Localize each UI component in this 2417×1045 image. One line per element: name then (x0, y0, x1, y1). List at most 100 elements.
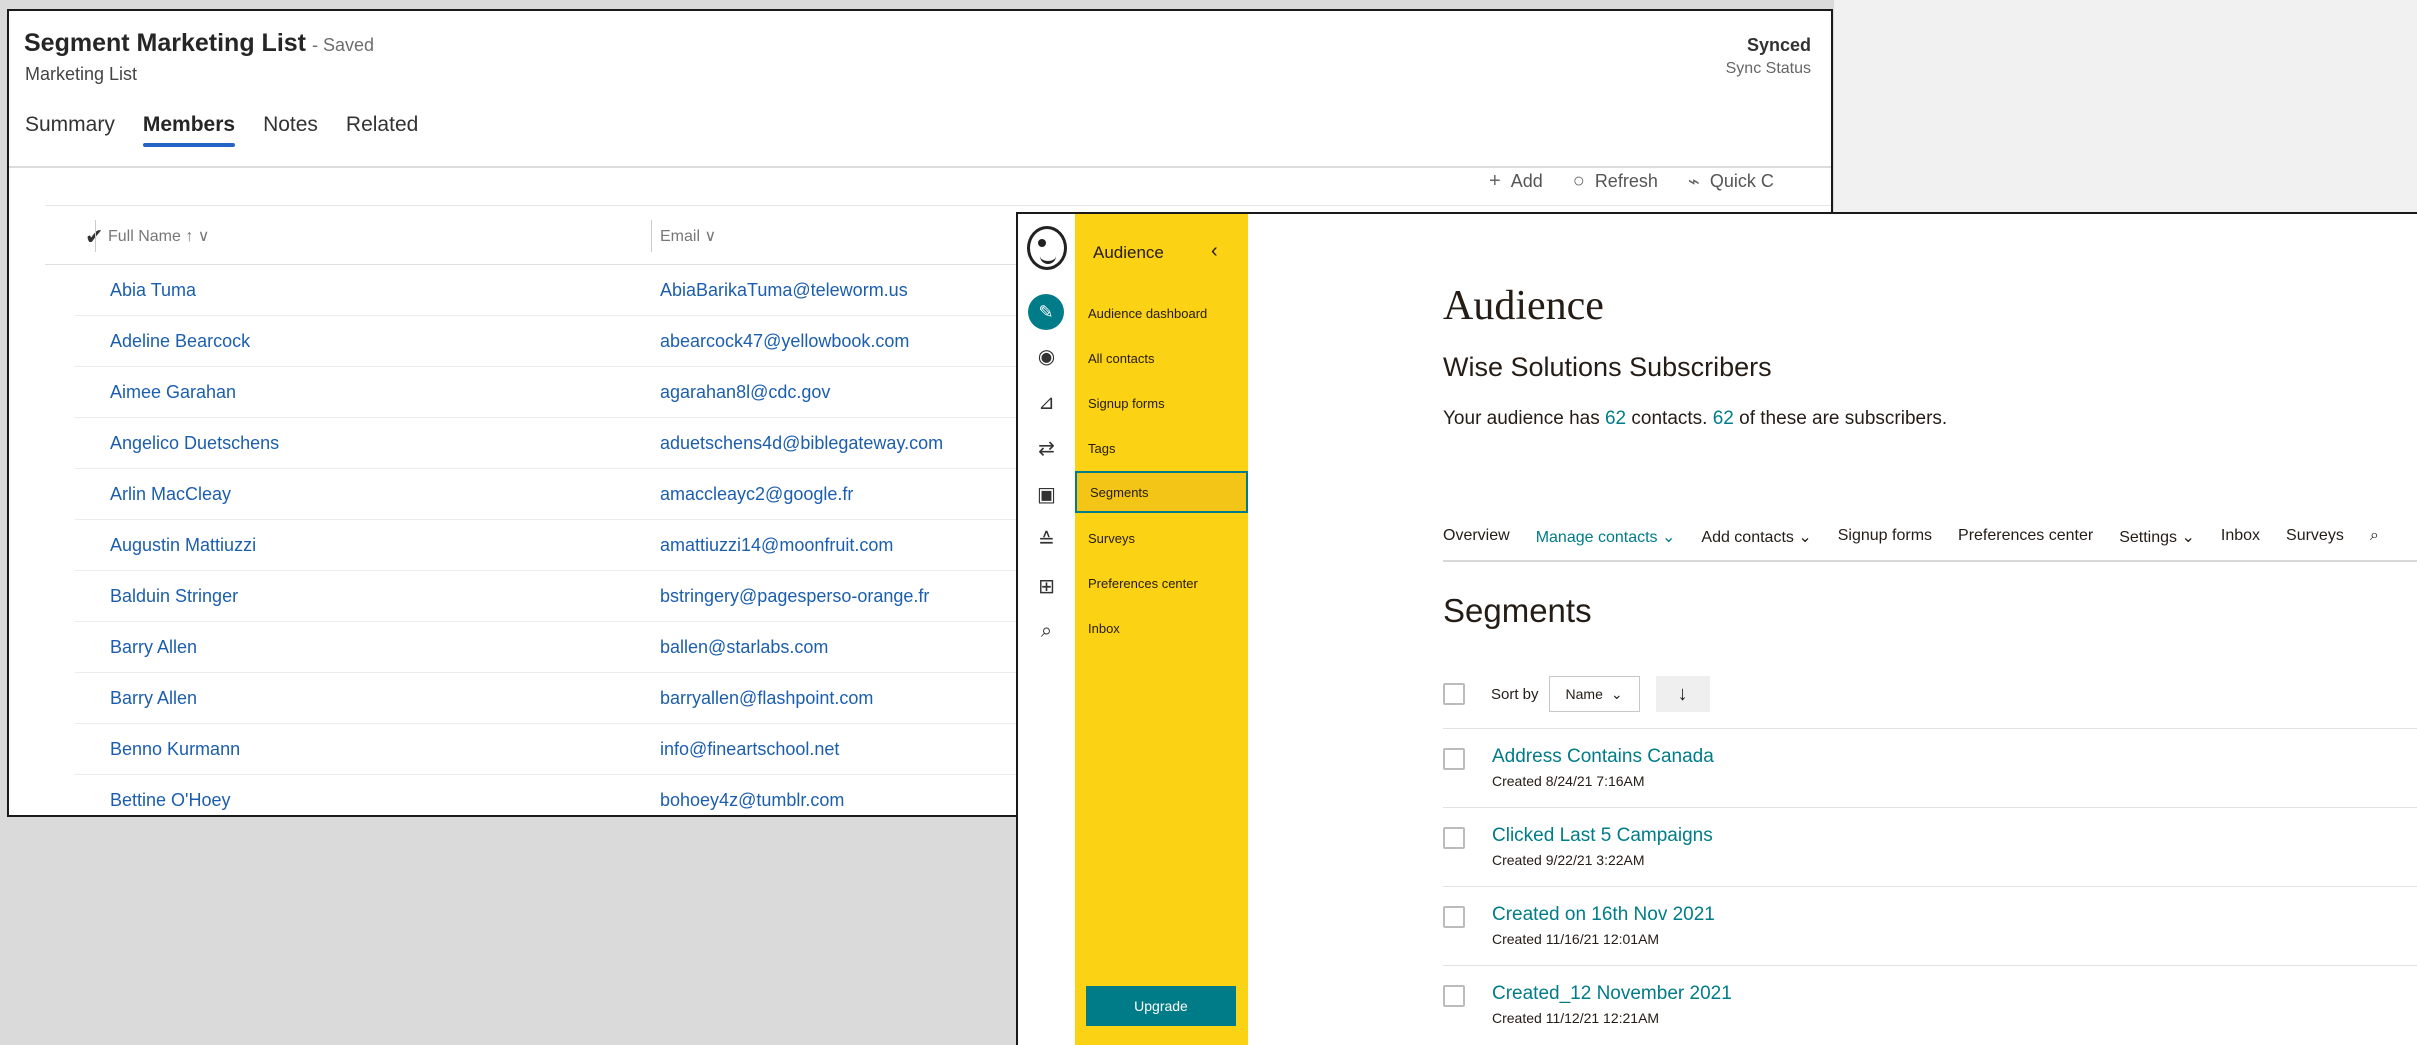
automations-icon[interactable]: ⇄ (1018, 436, 1075, 461)
sidebar-item-surveys[interactable]: Surveys (1088, 525, 1248, 552)
segment-checkbox[interactable] (1443, 906, 1465, 928)
content-icon[interactable]: ≙ (1018, 528, 1075, 553)
segment-created: Created 9/22/21 3:22AM (1492, 852, 1645, 868)
add-button[interactable]: + Add (1489, 169, 1543, 194)
member-name-link[interactable]: Adeline Bearcock (110, 331, 250, 352)
member-email-link[interactable]: info@fineartschool.net (660, 739, 839, 760)
member-name-link[interactable]: Barry Allen (110, 637, 197, 658)
website-icon[interactable]: ▣ (1018, 482, 1075, 507)
nav-manage-contacts[interactable]: Manage contacts ⌄ (1536, 527, 1676, 547)
quick-create-button[interactable]: ⌁ Quick C (1688, 169, 1774, 194)
segment-checkbox[interactable] (1443, 827, 1465, 849)
member-name-link[interactable]: Augustin Mattiuzzi (110, 535, 256, 556)
tab-summary[interactable]: Summary (25, 113, 115, 147)
segment-created: Created 8/24/21 7:16AM (1492, 773, 1645, 789)
select-all-checkbox[interactable] (1443, 683, 1465, 705)
column-email[interactable]: Email ∨ (660, 226, 716, 246)
search-icon[interactable]: ⌕ (2370, 527, 2379, 547)
sort-bar: Sort by Name ⌄ ↓ (1443, 674, 1710, 714)
audience-nav: Overview Manage contacts ⌄ Add contacts … (1443, 527, 2379, 547)
plus-icon: + (1489, 170, 1501, 192)
summary-text: Your audience has (1443, 408, 1605, 429)
column-divider (95, 220, 96, 252)
list-item: Address Contains Canada Created 8/24/21 7… (1443, 728, 2417, 807)
member-name-link[interactable]: Balduin Stringer (110, 586, 238, 607)
sidebar-item-preferences-center[interactable]: Preferences center (1088, 570, 1248, 597)
nav-overview[interactable]: Overview (1443, 527, 1510, 547)
add-label: Add (1510, 171, 1543, 191)
member-name-link[interactable]: Barry Allen (110, 688, 197, 709)
nav-preferences-center[interactable]: Preferences center (1958, 527, 2093, 547)
tab-notes[interactable]: Notes (263, 113, 318, 147)
segment-created: Created 11/12/21 12:21AM (1492, 1010, 1660, 1026)
save-status: - Saved (312, 35, 375, 55)
record-title-text: Segment Marketing List (24, 29, 306, 57)
sort-label: Sort by (1491, 685, 1539, 703)
segment-checkbox[interactable] (1443, 985, 1465, 1007)
nav-surveys[interactable]: Surveys (2286, 527, 2344, 547)
sidebar-item-segments[interactable]: Segments (1075, 471, 1248, 513)
member-email-link[interactable]: aduetschens4d@biblegateway.com (660, 433, 943, 454)
collapse-chevron-icon[interactable]: ‹ (1211, 240, 1218, 263)
mailchimp-logo-icon[interactable] (1027, 226, 1067, 270)
command-bar: + Add ○ Refresh ⌁ Quick C (1489, 169, 1774, 194)
sidebar-item-all-contacts[interactable]: All contacts (1088, 345, 1248, 372)
member-email-link[interactable]: amattiuzzi14@moonfruit.com (660, 535, 893, 556)
member-email-link[interactable]: ballen@starlabs.com (660, 637, 828, 658)
sort-field-value: Name (1565, 686, 1603, 702)
search-icon[interactable]: ⌕ (1018, 620, 1075, 643)
sidebar-item-tags[interactable]: Tags (1088, 435, 1248, 462)
summary-text: of these are subscribers. (1733, 408, 1948, 429)
segment-name-link[interactable]: Clicked Last 5 Campaigns (1492, 825, 1713, 847)
segment-checkbox[interactable] (1443, 748, 1465, 770)
refresh-label: Refresh (1594, 171, 1658, 191)
nav-signup-forms[interactable]: Signup forms (1838, 527, 1932, 547)
entity-type: Marketing List (25, 64, 138, 84)
nav-inbox[interactable]: Inbox (2221, 527, 2260, 547)
member-email-link[interactable]: agarahan8l@cdc.gov (660, 382, 830, 403)
segment-created: Created 11/16/21 12:01AM (1492, 931, 1660, 947)
segment-name-link[interactable]: Address Contains Canada (1492, 746, 1714, 768)
member-name-link[interactable]: Abia Tuma (110, 280, 196, 301)
member-name-link[interactable]: Angelico Duetschens (110, 433, 279, 454)
member-email-link[interactable]: amaccleayc2@google.fr (660, 484, 853, 505)
segment-name-link[interactable]: Created_12 November 2021 (1492, 983, 1732, 1005)
mailchimp-window: ✎ ◉ ⊿ ⇄ ▣ ≙ ⊞ ⌕ Audience ‹ Audience dash… (1016, 212, 2417, 1045)
chevron-down-icon: ⌄ (1610, 685, 1623, 702)
nav-settings[interactable]: Settings ⌄ (2119, 527, 2195, 547)
nav-add-contacts[interactable]: Add contacts ⌄ (1701, 527, 1811, 547)
list-item: Created on 16th Nov 2021 Created 11/16/21… (1443, 886, 2417, 965)
column-full-name[interactable]: Full Name ↑ ∨ (108, 226, 210, 246)
member-name-link[interactable]: Aimee Garahan (110, 382, 236, 403)
upgrade-button[interactable]: Upgrade (1086, 986, 1236, 1026)
sidebar-item-audience-dashboard[interactable]: Audience dashboard (1088, 300, 1248, 327)
contacts-count: 62 (1604, 408, 1627, 429)
member-name-link[interactable]: Arlin MacCleay (110, 484, 231, 505)
sort-direction-button[interactable]: ↓ (1655, 676, 1710, 712)
member-email-link[interactable]: bstringery@pagesperso-orange.fr (660, 586, 929, 607)
member-name-link[interactable]: Bettine O'Hoey (110, 790, 231, 811)
refresh-icon: ○ (1572, 170, 1585, 192)
member-email-link[interactable]: barryallen@flashpoint.com (660, 688, 873, 709)
member-email-link[interactable]: abearcock47@yellowbook.com (660, 331, 909, 352)
list-item: Created_12 November 2021 Created 11/12/21… (1443, 965, 2417, 1044)
sidebar-item-inbox[interactable]: Inbox (1088, 615, 1248, 642)
segment-name-link[interactable]: Created on 16th Nov 2021 (1492, 904, 1715, 926)
sort-field-select[interactable]: Name ⌄ (1548, 676, 1640, 712)
nav-divider (1443, 560, 2417, 562)
sidebar-item-signup-forms[interactable]: Signup forms (1088, 390, 1248, 417)
audience-icon[interactable]: ◉ (1018, 344, 1075, 369)
sidebar-title: Audience (1093, 243, 1164, 262)
member-email-link[interactable]: AbiaBarikaTuma@teleworm.us (660, 280, 908, 301)
icon-rail: ✎ ◉ ⊿ ⇄ ▣ ≙ ⊞ ⌕ (1018, 214, 1075, 1045)
tab-related[interactable]: Related (346, 113, 418, 147)
crm-header: Segment Marketing List - Saved Marketing … (9, 11, 1831, 168)
refresh-button[interactable]: ○ Refresh (1573, 169, 1658, 194)
campaigns-icon[interactable]: ⊿ (1018, 390, 1075, 415)
tab-members[interactable]: Members (142, 113, 236, 147)
pencil-icon[interactable]: ✎ (1028, 294, 1064, 330)
summary-text: contacts. (1626, 408, 1713, 429)
integrations-grid-icon[interactable]: ⊞ (1018, 574, 1075, 599)
member-email-link[interactable]: bohoey4z@tumblr.com (660, 790, 844, 811)
member-name-link[interactable]: Benno Kurmann (110, 739, 240, 760)
